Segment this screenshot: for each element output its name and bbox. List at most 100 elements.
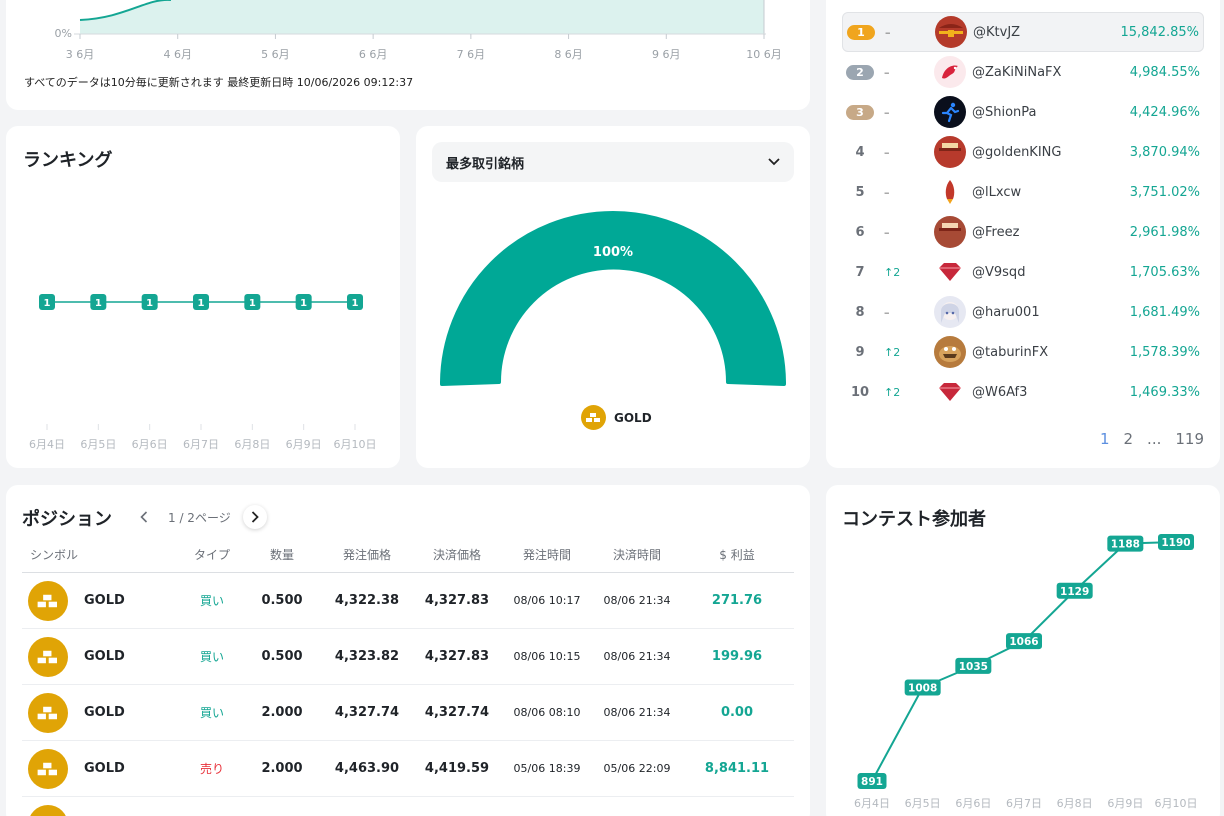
ranking-value-label: 1 <box>300 298 307 309</box>
leaderboard-row[interactable]: 6 – @Freez 2,961.98% <box>842 212 1204 252</box>
update-footnote: すべてのデータは10分毎に更新されます 最終更新日時 10/06/2026 09… <box>24 76 414 89</box>
page-1[interactable]: 1 <box>1100 430 1110 448</box>
x-tick-label: 6月5日 <box>905 797 941 810</box>
leaderboard-row[interactable]: 7 ↑2 @V9sqd 1,705.63% <box>842 252 1204 292</box>
rank-badge: 1 <box>847 24 875 40</box>
table-row[interactable]: GOLD 買い 0.500 4,322.38 4,327.83 08/06 10:17 08… <box>22 573 794 629</box>
open-price: 4,322.38 <box>334 593 400 608</box>
x-tick-label: 6月4日 <box>29 438 65 451</box>
page-indicator: 1 / 2ページ <box>168 510 231 525</box>
gold-bars-icon <box>28 636 68 677</box>
table-row[interactable]: GOLD 買い 0.500 4,323.82 4,327.83 08/06 10:15 08… <box>22 629 794 685</box>
close-price: 4,419.59 <box>424 761 490 776</box>
rocket-icon <box>934 176 966 208</box>
gauge-value-label: 100% <box>593 245 633 260</box>
rank-number: 8 <box>855 304 865 320</box>
leaderboard-row[interactable]: 4 – @goldenKING 3,870.94% <box>842 132 1204 172</box>
x-tick-label: 6月10日 <box>1155 797 1198 810</box>
col-type[interactable]: タイプ <box>182 546 242 563</box>
next-page-button[interactable] <box>242 505 267 529</box>
cash-stack-icon <box>934 136 966 168</box>
gold-bars-icon <box>28 748 68 789</box>
leaderboard-row[interactable]: 5 – @lLxcw 3,751.02% <box>842 172 1204 212</box>
close-time: 05/06 22:09 <box>603 762 671 775</box>
participants-value-label: 1188 <box>1111 539 1140 551</box>
leaderboard-row[interactable]: 9 ↑2 @taburinFX 1,578.39% <box>842 332 1204 372</box>
trader-return: 4,984.55% <box>1129 64 1200 80</box>
x-tick-label: 10 6月 <box>746 48 782 61</box>
col-close-time[interactable]: 決済時間 <box>592 546 682 563</box>
x-tick-label: 8 6月 <box>554 48 583 61</box>
col-qty[interactable]: 数量 <box>242 546 322 563</box>
trader-name[interactable]: @ShionPa <box>972 105 1037 120</box>
col-close-price[interactable]: 決済価格 <box>412 546 502 563</box>
leaderboard-row[interactable]: 8 – @haru001 1,681.49% <box>842 292 1204 332</box>
col-symbol[interactable]: シンボル <box>22 546 182 563</box>
arrow-up-icon: ↑ <box>884 385 894 399</box>
quantity: 2.000 <box>261 761 303 776</box>
table-row[interactable]: GOLD 買い 2.000 4,327.74 4,327.74 08/06 08:10 08… <box>22 685 794 741</box>
prev-page-button[interactable] <box>132 505 156 529</box>
rank-change: – <box>884 185 890 199</box>
trader-name[interactable]: @lLxcw <box>972 185 1021 200</box>
col-open-price[interactable]: 発注価格 <box>322 546 412 563</box>
trader-return: 1,578.39% <box>1129 344 1200 360</box>
anime-girl-icon <box>934 296 966 328</box>
table-row[interactable]: GOLD 売り 2.000 4,463.90 4,419.59 05/06 18:39 05… <box>22 741 794 797</box>
x-tick-label: 6月6日 <box>955 797 991 810</box>
ranking-value-label: 1 <box>198 298 205 309</box>
page-last[interactable]: 119 <box>1175 430 1204 448</box>
open-time: 08/06 08:10 <box>513 706 581 719</box>
leaderboard-row[interactable]: 1– @KtvJZ 15,842.85% <box>842 12 1204 52</box>
trader-name[interactable]: @taburinFX <box>972 345 1048 360</box>
col-profit[interactable]: $ 利益 <box>682 546 792 563</box>
open-time: 08/06 10:15 <box>513 650 581 663</box>
performance-chart: 0% 3 6月 4 6月 5 6月 6 6月 7 6月 8 6月 9 6月 10 6月 <box>55 0 782 61</box>
participants-value-label: 1129 <box>1060 586 1089 598</box>
trader-name[interactable]: @goldenKING <box>972 145 1061 160</box>
profit: 0.00 <box>720 705 754 720</box>
trader-return: 1,469.33% <box>1129 384 1200 400</box>
trader-name[interactable]: @haru001 <box>972 305 1040 320</box>
trader-name[interactable]: @V9sqd <box>972 265 1025 280</box>
participants-value-label: 1066 <box>1009 636 1038 648</box>
rank-change: – <box>884 65 890 79</box>
close-time: 08/06 21:34 <box>603 650 671 663</box>
table-header: シンボル タイプ 数量 発注価格 決済価格 発注時間 決済時間 $ 利益 <box>22 537 794 573</box>
rank-number: 5 <box>855 184 865 200</box>
trader-name[interactable]: @ZaKiNiNaFX <box>972 65 1061 80</box>
rank-change: – <box>885 25 891 39</box>
rank-change: – <box>884 105 890 119</box>
page-2[interactable]: 2 <box>1124 430 1134 448</box>
ranking-value-label: 1 <box>146 298 153 309</box>
open-price: 4,463.90 <box>334 761 400 776</box>
symbol-name: GOLD <box>84 593 125 608</box>
trader-name[interactable]: @KtvJZ <box>973 25 1020 40</box>
rank-number: 9 <box>855 344 865 360</box>
positions-table: シンボル タイプ 数量 発注価格 決済価格 発注時間 決済時間 $ 利益 GOL… <box>22 537 794 816</box>
leaderboard-card: 1– @KtvJZ 15,842.85% 2– @ZaKiNiNaFX 4,984.55%… <box>826 0 1220 468</box>
symbol-name: GOLD <box>84 649 125 664</box>
runner-icon <box>934 96 966 128</box>
quantity: 2.000 <box>261 705 303 720</box>
participants-value-label: 1035 <box>959 661 988 673</box>
dragon-icon <box>934 56 966 88</box>
trader-name[interactable]: @W6Af3 <box>972 385 1027 400</box>
leaderboard-row[interactable]: 3– @ShionPa 4,424.96% <box>842 92 1204 132</box>
participants-value-label: 1190 <box>1161 537 1190 549</box>
most-traded-card: 最多取引銘柄 100% GOLD <box>416 126 810 468</box>
profit: 271.76 <box>711 593 763 608</box>
leaderboard-row[interactable]: 10 ↑2 @W6Af3 1,469.33% <box>842 372 1204 412</box>
leaderboard-row[interactable]: 2– @ZaKiNiNaFX 4,984.55% <box>842 52 1204 92</box>
x-tick-label: 6月9日 <box>286 438 322 451</box>
rank-change: ↑2 <box>884 385 901 399</box>
page-ellipsis: ... <box>1147 430 1162 448</box>
gold-bars-icon <box>28 580 68 621</box>
arrow-up-icon: ↑ <box>884 345 894 359</box>
trader-name[interactable]: @Freez <box>972 225 1019 240</box>
open-price: 4,327.74 <box>334 705 400 720</box>
gold-bars-icon <box>581 405 606 430</box>
col-open-time[interactable]: 発注時間 <box>502 546 592 563</box>
symbol-name: GOLD <box>84 705 125 720</box>
rank-badge: 2 <box>846 64 874 80</box>
